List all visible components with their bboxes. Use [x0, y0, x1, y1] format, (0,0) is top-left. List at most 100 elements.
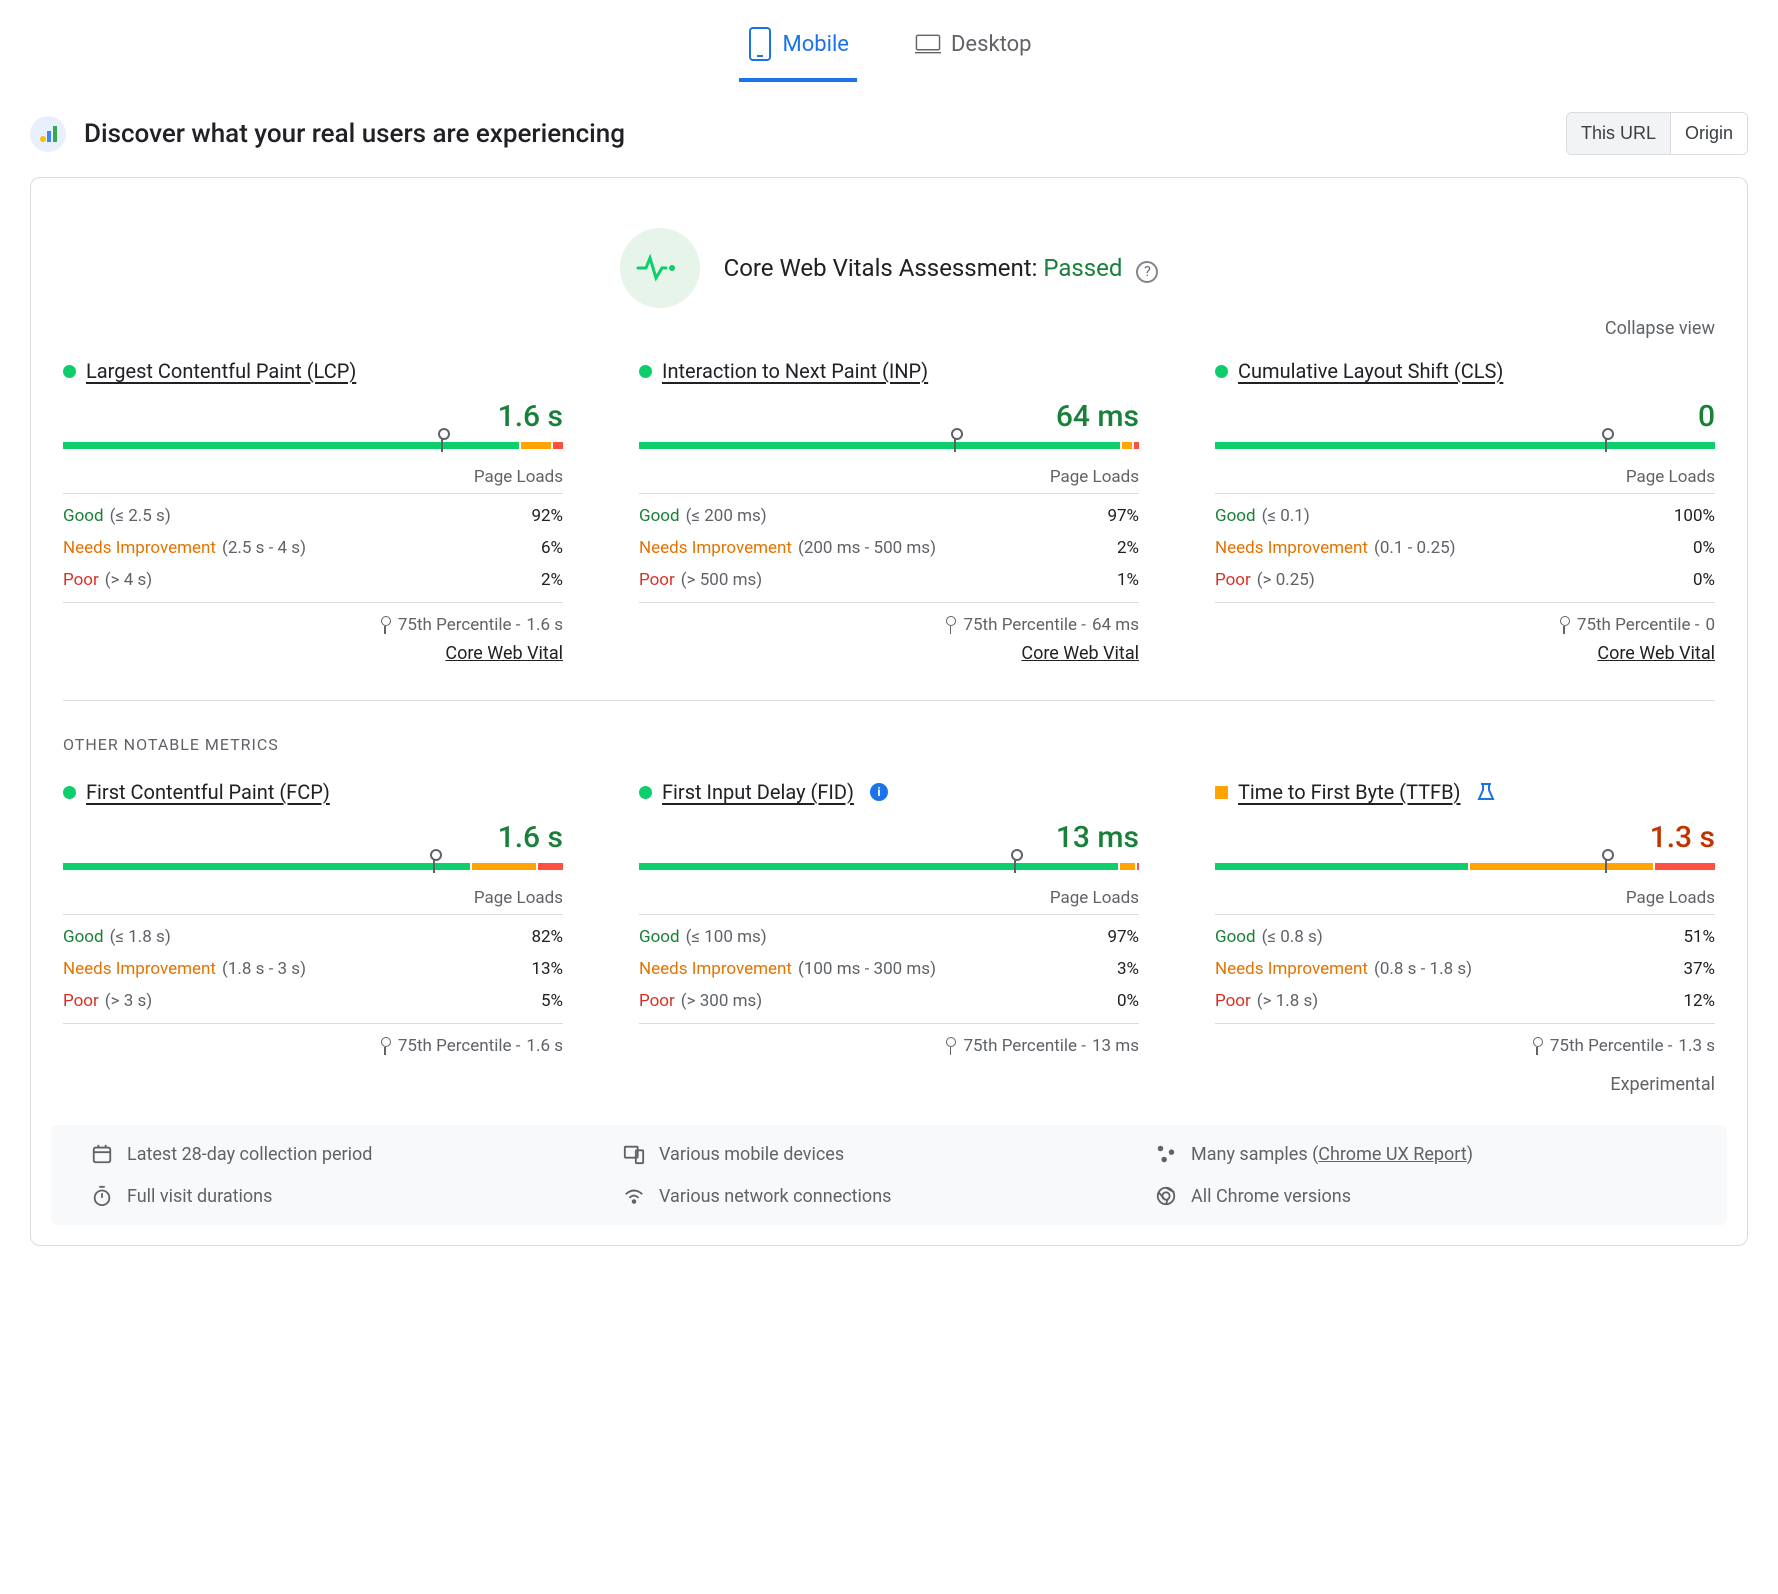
assessment-status: Passed — [1043, 254, 1122, 282]
flask-icon[interactable] — [1477, 782, 1495, 802]
wifi-icon — [623, 1185, 645, 1207]
info-icon[interactable]: i — [870, 783, 888, 801]
ni-threshold: (200 ms - 500 ms) — [798, 538, 936, 558]
percentile-row: 75th Percentile - 1.6 s — [63, 1036, 563, 1056]
page-loads-label: Page Loads — [1215, 888, 1715, 908]
pin-icon — [378, 1037, 392, 1055]
poor-threshold: (> 300 ms) — [681, 991, 762, 1011]
poor-label: Poor — [1215, 991, 1251, 1011]
metric-value: 1.6 s — [63, 399, 563, 434]
ni-pct: 3% — [1117, 959, 1139, 979]
distribution-bar — [63, 863, 563, 880]
metric-name-link[interactable]: Largest Contentful Paint (LCP) — [86, 359, 356, 383]
poor-pct: 0% — [1117, 991, 1139, 1011]
status-dot-icon — [1215, 365, 1228, 378]
metric-value: 0 — [1215, 399, 1715, 434]
metric-name-link[interactable]: First Contentful Paint (FCP) — [86, 780, 330, 804]
core-web-vital-link[interactable]: Core Web Vital — [639, 643, 1139, 664]
poor-threshold: (> 0.25) — [1257, 570, 1315, 590]
help-icon[interactable]: ? — [1136, 261, 1158, 283]
percentile-row: 75th Percentile - 13 ms — [639, 1036, 1139, 1056]
core-web-vital-link[interactable]: Core Web Vital — [63, 643, 563, 664]
stopwatch-icon — [91, 1185, 113, 1207]
experimental-label: Experimental — [51, 1074, 1715, 1095]
footer-info-grid: Latest 28-day collection period Various … — [51, 1125, 1727, 1225]
metric-cls: Cumulative Layout Shift (CLS) 0 Page Loa… — [1215, 359, 1715, 664]
status-dot-icon — [639, 365, 652, 378]
page-title: Discover what your real users are experi… — [84, 119, 625, 149]
status-dot-icon — [639, 786, 652, 799]
good-pct: 82% — [531, 927, 563, 947]
poor-pct: 12% — [1683, 991, 1715, 1011]
ni-label: Needs Improvement — [639, 959, 792, 979]
crux-logo-icon — [30, 116, 66, 152]
poor-label: Poor — [63, 991, 99, 1011]
ni-pct: 6% — [541, 538, 563, 558]
distribution-bar — [1215, 863, 1715, 880]
mobile-icon — [747, 26, 773, 62]
page-loads-label: Page Loads — [1215, 467, 1715, 487]
core-web-vital-link[interactable]: Core Web Vital — [1215, 643, 1715, 664]
desktop-icon — [915, 26, 941, 62]
good-threshold: (≤ 200 ms) — [686, 506, 767, 526]
ni-pct: 37% — [1683, 959, 1715, 979]
good-threshold: (≤ 0.8 s) — [1262, 927, 1323, 947]
cwv-metrics-grid: Largest Contentful Paint (LCP) 1.6 s Pag… — [51, 359, 1727, 664]
poor-pct: 1% — [1117, 570, 1139, 590]
tab-mobile[interactable]: Mobile — [739, 10, 857, 82]
distribution-table: Good(≤ 0.8 s)51% Needs Improvement(0.8 s… — [1215, 914, 1715, 1024]
ni-pct: 0% — [1693, 538, 1715, 558]
distribution-bar — [639, 442, 1139, 459]
pin-icon — [1557, 616, 1571, 634]
metric-fid: First Input Delay (FID) i 13 ms Page Loa… — [639, 780, 1139, 1064]
other-metrics-heading: OTHER NOTABLE METRICS — [63, 735, 1715, 754]
ni-threshold: (100 ms - 300 ms) — [798, 959, 936, 979]
collapse-view-link[interactable]: Collapse view — [51, 318, 1715, 339]
ni-threshold: (2.5 s - 4 s) — [222, 538, 306, 558]
distribution-bar — [1215, 442, 1715, 459]
metric-lcp: Largest Contentful Paint (LCP) 1.6 s Pag… — [63, 359, 563, 664]
metric-value: 13 ms — [639, 820, 1139, 855]
metric-name-link[interactable]: Cumulative Layout Shift (CLS) — [1238, 359, 1503, 383]
device-tabs: Mobile Desktop — [30, 10, 1748, 82]
ni-pct: 13% — [531, 959, 563, 979]
footer-devices: Various mobile devices — [623, 1143, 1155, 1165]
tab-desktop[interactable]: Desktop — [907, 10, 1040, 82]
origin-button[interactable]: Origin — [1670, 113, 1747, 154]
divider — [63, 700, 1715, 701]
poor-label: Poor — [63, 570, 99, 590]
distribution-bar — [639, 863, 1139, 880]
pin-icon — [378, 616, 392, 634]
tab-mobile-label: Mobile — [783, 32, 849, 57]
poor-threshold: (> 4 s) — [105, 570, 152, 590]
metric-value: 1.6 s — [63, 820, 563, 855]
vitals-panel: Core Web Vitals Assessment: Passed ? Col… — [30, 177, 1748, 1246]
percentile-row: 75th Percentile - 64 ms — [639, 615, 1139, 635]
assessment-text: Core Web Vitals Assessment: Passed ? — [724, 254, 1159, 283]
status-dot-icon — [63, 365, 76, 378]
good-threshold: (≤ 2.5 s) — [110, 506, 171, 526]
pin-icon — [943, 1037, 957, 1055]
this-url-button[interactable]: This URL — [1567, 113, 1670, 154]
ni-label: Needs Improvement — [63, 538, 216, 558]
ni-threshold: (0.8 s - 1.8 s) — [1374, 959, 1472, 979]
good-label: Good — [63, 927, 104, 947]
metric-ttfb: Time to First Byte (TTFB) 1.3 s Page Loa… — [1215, 780, 1715, 1064]
url-origin-toggle: This URL Origin — [1566, 112, 1748, 155]
poor-pct: 2% — [541, 570, 563, 590]
metric-name-link[interactable]: Time to First Byte (TTFB) — [1238, 780, 1461, 804]
percentile-row: 75th Percentile - 0 — [1215, 615, 1715, 635]
ni-label: Needs Improvement — [63, 959, 216, 979]
chrome-ux-report-link[interactable]: Chrome UX Report — [1318, 1144, 1466, 1165]
good-label: Good — [1215, 506, 1256, 526]
poor-threshold: (> 500 ms) — [681, 570, 762, 590]
header-row: Discover what your real users are experi… — [30, 112, 1748, 155]
tab-desktop-label: Desktop — [951, 32, 1032, 57]
metric-name-link[interactable]: First Input Delay (FID) — [662, 780, 854, 804]
ni-label: Needs Improvement — [639, 538, 792, 558]
metric-name-link[interactable]: Interaction to Next Paint (INP) — [662, 359, 928, 383]
metric-value: 1.3 s — [1215, 820, 1715, 855]
poor-threshold: (> 1.8 s) — [1257, 991, 1318, 1011]
good-label: Good — [63, 506, 104, 526]
page-loads-label: Page Loads — [63, 888, 563, 908]
